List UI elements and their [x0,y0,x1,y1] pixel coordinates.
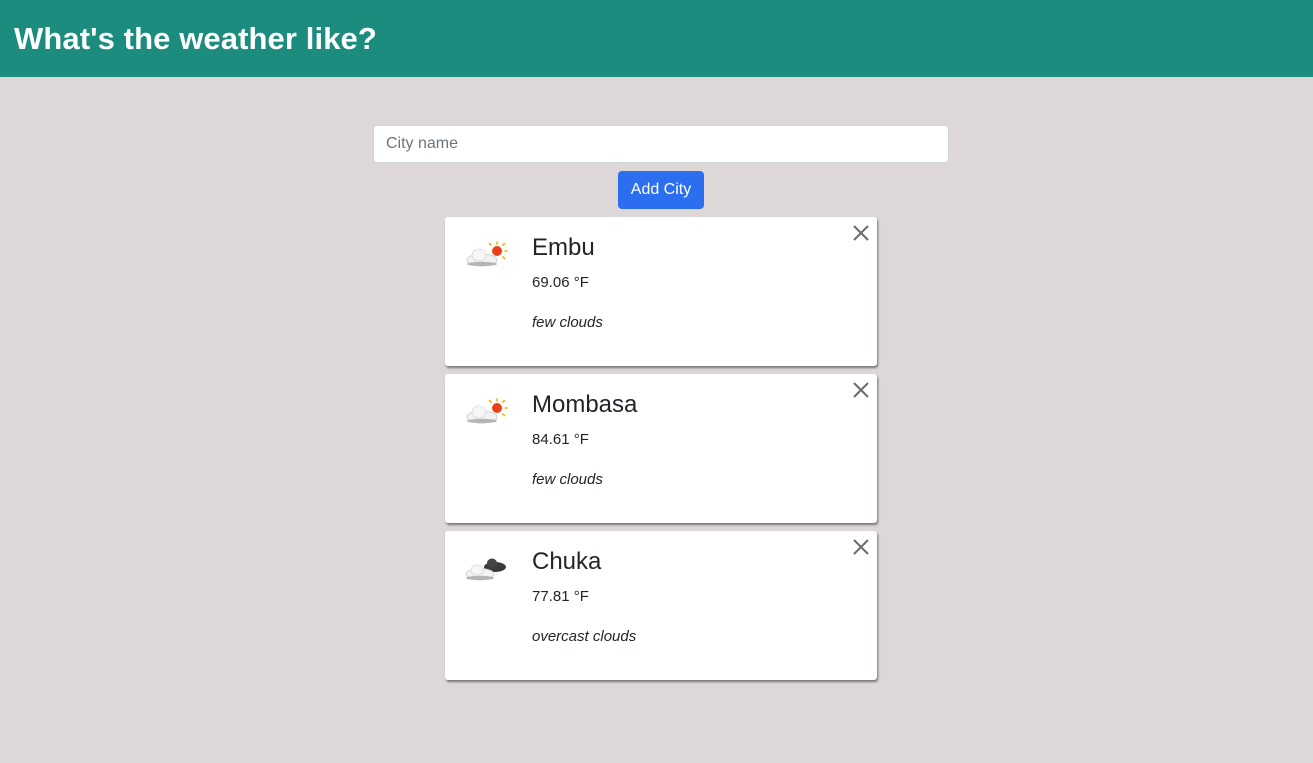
page-title: What's the weather like? [14,20,377,56]
close-icon[interactable] [851,380,871,400]
city-name-input[interactable] [373,125,949,163]
city-temperature: 84.61 °F [532,431,589,448]
city-name: Chuka [532,548,602,575]
city-name: Embu [532,234,595,261]
city-card: Chuka 77.81 °F overcast clouds [445,531,877,680]
weather-description: few clouds [532,314,603,331]
weather-description: few clouds [532,471,603,488]
city-temperature: 69.06 °F [532,274,589,291]
app-header: What's the weather like? [0,0,1313,77]
few-clouds-day-icon [466,398,508,424]
city-card: Embu 69.06 °F few clouds [445,217,877,366]
weather-description: overcast clouds [532,628,637,645]
few-clouds-day-icon [466,241,508,267]
city-name: Mombasa [532,391,638,418]
city-card-list: Embu 69.06 °F few clouds Mombasa 84.61 °… [445,217,877,688]
city-temperature: 77.81 °F [532,588,589,605]
close-icon[interactable] [851,537,871,557]
overcast-clouds-icon [465,558,506,581]
close-icon[interactable] [851,223,871,243]
city-card: Mombasa 84.61 °F few clouds [445,374,877,523]
add-city-button[interactable]: Add City [618,171,704,209]
search-area [373,125,949,163]
